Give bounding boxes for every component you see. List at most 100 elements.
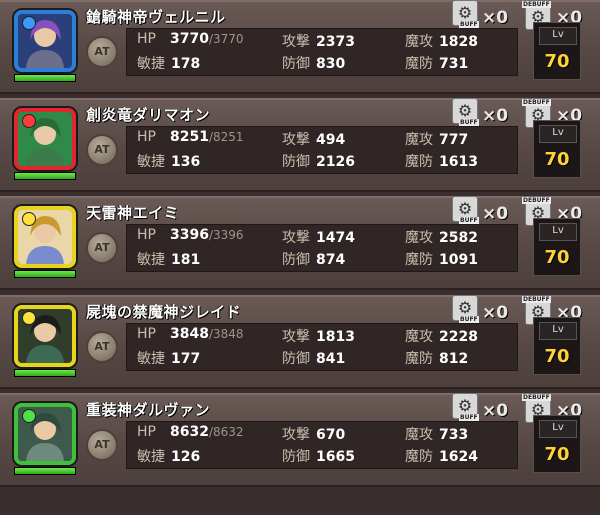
attack-stat: 攻撃 1474	[282, 227, 355, 247]
character-name: 重装神ダルヴァン	[86, 401, 211, 419]
level-box: Lv 70	[533, 317, 581, 375]
character-portrait[interactable]	[14, 108, 76, 170]
debuff-label: DEBUFF	[522, 296, 551, 303]
attack-label: 攻撃	[282, 34, 310, 50]
attack-stat: 攻撃 1813	[282, 326, 355, 346]
magic-attack-value: 1828	[439, 34, 478, 50]
level-value: 70	[544, 149, 570, 170]
magic-defense-value: 1624	[439, 449, 478, 465]
stats-panel: HP 8251/8251 攻撃 494 魔攻 777 敏捷 136 防御 2126 魔防 1…	[126, 126, 518, 174]
magic-defense-stat: 魔防 1091	[405, 249, 478, 269]
element-orb-icon	[23, 17, 35, 29]
magic-attack-stat: 魔攻 2228	[405, 326, 478, 346]
buff-count: ×0	[482, 8, 509, 28]
hp-max-value: /3396	[208, 228, 244, 242]
party-member-row-1[interactable]: 鎗騎神帝ヴェルニル ⚙ BUFF ×0 ⚙ DEBUFF ×0 AT HP 377…	[0, 0, 600, 94]
hp-max-value: /8251	[208, 130, 244, 144]
attack-label: 攻撃	[282, 329, 310, 345]
stats-panel: HP 3848/3848 攻撃 1813 魔攻 2228 敏捷 177 防御 841 魔防…	[126, 323, 518, 371]
character-portrait[interactable]	[14, 403, 76, 465]
agility-value: 181	[171, 252, 201, 268]
debuff-label: DEBUFF	[522, 1, 551, 8]
auto-target-button[interactable]: AT	[86, 36, 118, 68]
agility-label: 敏捷	[137, 252, 165, 268]
attack-value: 1474	[316, 230, 355, 246]
level-value: 70	[544, 444, 570, 465]
hp-gauge	[14, 369, 76, 377]
level-box: Lv 70	[533, 415, 581, 473]
defense-stat: 防御 830	[282, 53, 345, 73]
character-portrait[interactable]	[14, 206, 76, 268]
defense-stat: 防御 874	[282, 249, 345, 269]
attack-value: 2373	[316, 34, 355, 50]
magic-defense-stat: 魔防 812	[405, 348, 468, 368]
hp-value: 8632	[169, 424, 209, 440]
hp-stat: HP 8251/8251	[137, 129, 244, 145]
hp-max-value: /8632	[208, 425, 244, 439]
character-portrait[interactable]	[14, 10, 76, 72]
party-member-row-2[interactable]: 創炎竜ダリマオン ⚙ BUFF ×0 ⚙ DEBUFF ×0 AT HP 8251…	[0, 98, 600, 192]
hp-gauge-fill	[15, 271, 75, 277]
level-box: Lv 70	[533, 218, 581, 276]
attack-value: 670	[316, 427, 346, 443]
hp-value: 3848	[169, 326, 209, 342]
hp-gauge	[14, 74, 76, 82]
magic-defense-stat: 魔防 1624	[405, 446, 478, 466]
agility-label: 敏捷	[137, 351, 165, 367]
level-box: Lv 70	[533, 22, 581, 80]
agility-label: 敏捷	[137, 56, 165, 72]
auto-target-button[interactable]: AT	[86, 331, 118, 363]
agility-value: 136	[171, 154, 201, 170]
attack-value: 494	[316, 132, 346, 148]
hp-stat: HP 3396/3396	[137, 227, 244, 243]
character-portrait[interactable]	[14, 305, 76, 367]
buff-count: ×0	[482, 106, 509, 126]
magic-attack-label: 魔攻	[405, 329, 433, 345]
defense-value: 841	[316, 351, 346, 367]
agility-stat: 敏捷 126	[137, 446, 200, 466]
hp-max-value: /3848	[208, 327, 244, 341]
auto-target-button[interactable]: AT	[86, 429, 118, 461]
magic-defense-value: 1613	[439, 154, 478, 170]
buff-count: ×0	[482, 303, 509, 323]
defense-value: 830	[316, 56, 346, 72]
character-name: 鎗騎神帝ヴェルニル	[86, 8, 226, 26]
agility-stat: 敏捷 181	[137, 249, 200, 269]
hp-stat: HP 3848/3848	[137, 326, 244, 342]
hp-label: HP	[137, 129, 156, 145]
agility-value: 177	[171, 351, 201, 367]
magic-attack-label: 魔攻	[405, 34, 433, 50]
buff-count: ×0	[482, 204, 509, 224]
defense-stat: 防御 1665	[282, 446, 355, 466]
defense-label: 防御	[282, 351, 310, 367]
hp-stat: HP 3770/3770	[137, 31, 244, 47]
agility-stat: 敏捷 136	[137, 151, 200, 171]
level-label: Lv	[539, 322, 577, 340]
buff-label: BUFF	[459, 414, 479, 421]
party-member-row-5[interactable]: 重装神ダルヴァン ⚙ BUFF ×0 ⚙ DEBUFF ×0 AT HP 8632…	[0, 393, 600, 487]
auto-target-button[interactable]: AT	[86, 134, 118, 166]
auto-target-button[interactable]: AT	[86, 232, 118, 264]
hp-label: HP	[137, 424, 156, 440]
hp-stat: HP 8632/8632	[137, 424, 244, 440]
defense-label: 防御	[282, 449, 310, 465]
agility-value: 126	[171, 449, 201, 465]
attack-stat: 攻撃 670	[282, 424, 345, 444]
agility-value: 178	[171, 56, 201, 72]
hp-max-value: /3770	[208, 32, 244, 46]
debuff-label: DEBUFF	[522, 99, 551, 106]
agility-stat: 敏捷 177	[137, 348, 200, 368]
magic-defense-stat: 魔防 1613	[405, 151, 478, 171]
party-member-row-4[interactable]: 屍塊の禁魔神ジレイド ⚙ BUFF ×0 ⚙ DEBUFF ×0 AT HP 38…	[0, 295, 600, 389]
buff-label: BUFF	[459, 21, 479, 28]
hp-gauge-fill	[15, 75, 75, 81]
hp-label: HP	[137, 227, 156, 243]
stats-panel: HP 8632/8632 攻撃 670 魔攻 733 敏捷 126 防御 1665 魔防 1…	[126, 421, 518, 469]
attack-label: 攻撃	[282, 230, 310, 246]
party-member-row-3[interactable]: 天雷神エイミ ⚙ BUFF ×0 ⚙ DEBUFF ×0 AT HP 3396/3…	[0, 196, 600, 290]
magic-attack-label: 魔攻	[405, 427, 433, 443]
magic-defense-label: 魔防	[405, 252, 433, 268]
magic-defense-label: 魔防	[405, 351, 433, 367]
character-name: 屍塊の禁魔神ジレイド	[86, 303, 242, 321]
defense-stat: 防御 841	[282, 348, 345, 368]
